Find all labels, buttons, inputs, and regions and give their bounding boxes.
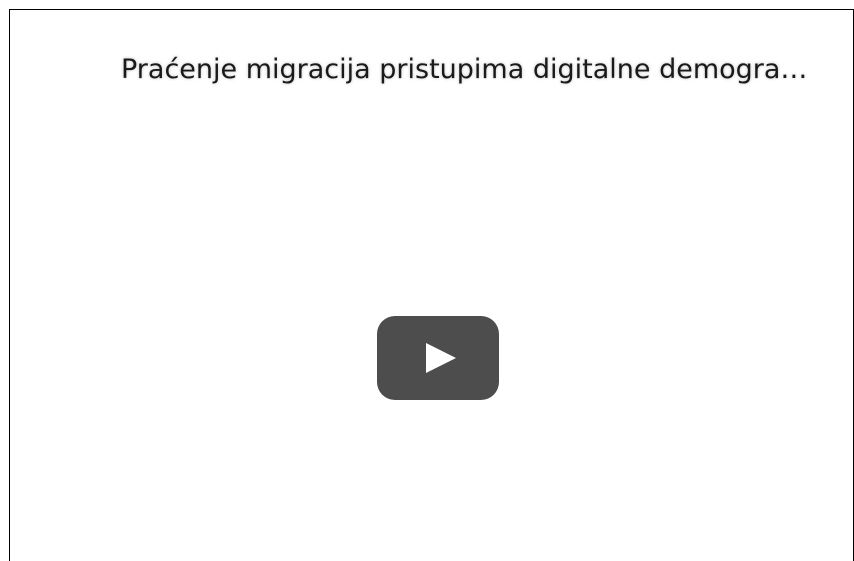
video-embed[interactable]: Praćenje migracija pristupima digitalne …: [9, 9, 854, 561]
video-title[interactable]: Praćenje migracija pristupima digitalne …: [121, 50, 831, 90]
play-button[interactable]: [377, 316, 499, 400]
play-icon: [377, 316, 499, 400]
